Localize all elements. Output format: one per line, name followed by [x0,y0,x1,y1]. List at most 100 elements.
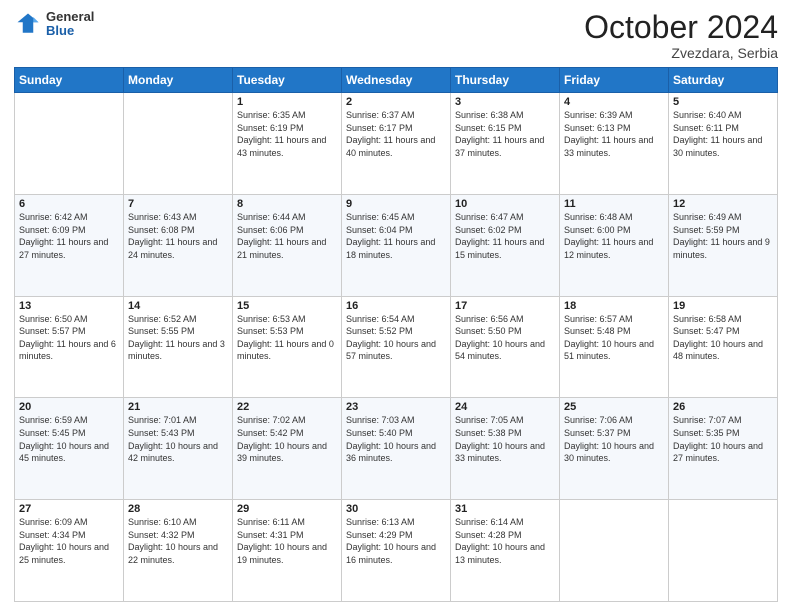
cell-3-2: 22Sunrise: 7:02 AMSunset: 5:42 PMDayligh… [233,398,342,500]
day-num-3-2: 22 [237,401,337,413]
day-num-4-4: 31 [455,503,555,515]
header: General Blue October 2024 Zvezdara, Serb… [14,10,778,61]
day-num-2-3: 16 [346,300,446,312]
cell-0-4: 3Sunrise: 6:38 AMSunset: 6:15 PMDaylight… [451,93,560,195]
cell-text-0-4: Sunrise: 6:38 AMSunset: 6:15 PMDaylight:… [455,109,555,159]
cell-0-2: 1Sunrise: 6:35 AMSunset: 6:19 PMDaylight… [233,93,342,195]
cell-2-3: 16Sunrise: 6:54 AMSunset: 5:52 PMDayligh… [342,296,451,398]
cell-0-6: 5Sunrise: 6:40 AMSunset: 6:11 PMDaylight… [669,93,778,195]
cell-text-2-1: Sunrise: 6:52 AMSunset: 5:55 PMDaylight:… [128,313,228,363]
day-num-1-2: 8 [237,198,337,210]
week-row-0: 1Sunrise: 6:35 AMSunset: 6:19 PMDaylight… [15,93,778,195]
header-tuesday: Tuesday [233,68,342,93]
day-num-4-1: 28 [128,503,228,515]
cell-text-4-2: Sunrise: 6:11 AMSunset: 4:31 PMDaylight:… [237,516,337,566]
cell-2-4: 17Sunrise: 6:56 AMSunset: 5:50 PMDayligh… [451,296,560,398]
day-num-4-0: 27 [19,503,119,515]
cell-text-1-3: Sunrise: 6:45 AMSunset: 6:04 PMDaylight:… [346,211,446,261]
day-num-2-0: 13 [19,300,119,312]
cell-text-4-4: Sunrise: 6:14 AMSunset: 4:28 PMDaylight:… [455,516,555,566]
day-num-0-3: 2 [346,96,446,108]
cell-4-2: 29Sunrise: 6:11 AMSunset: 4:31 PMDayligh… [233,500,342,602]
cell-4-0: 27Sunrise: 6:09 AMSunset: 4:34 PMDayligh… [15,500,124,602]
cell-3-5: 25Sunrise: 7:06 AMSunset: 5:37 PMDayligh… [560,398,669,500]
cell-text-0-5: Sunrise: 6:39 AMSunset: 6:13 PMDaylight:… [564,109,664,159]
cell-text-2-6: Sunrise: 6:58 AMSunset: 5:47 PMDaylight:… [673,313,773,363]
cell-text-3-5: Sunrise: 7:06 AMSunset: 5:37 PMDaylight:… [564,414,664,464]
week-row-4: 27Sunrise: 6:09 AMSunset: 4:34 PMDayligh… [15,500,778,602]
header-monday: Monday [124,68,233,93]
cell-text-4-3: Sunrise: 6:13 AMSunset: 4:29 PMDaylight:… [346,516,446,566]
day-num-2-2: 15 [237,300,337,312]
cell-text-4-1: Sunrise: 6:10 AMSunset: 4:32 PMDaylight:… [128,516,228,566]
day-num-3-3: 23 [346,401,446,413]
cell-text-3-3: Sunrise: 7:03 AMSunset: 5:40 PMDaylight:… [346,414,446,464]
day-num-3-4: 24 [455,401,555,413]
cell-text-1-2: Sunrise: 6:44 AMSunset: 6:06 PMDaylight:… [237,211,337,261]
cell-3-1: 21Sunrise: 7:01 AMSunset: 5:43 PMDayligh… [124,398,233,500]
cell-3-4: 24Sunrise: 7:05 AMSunset: 5:38 PMDayligh… [451,398,560,500]
cell-1-1: 7Sunrise: 6:43 AMSunset: 6:08 PMDaylight… [124,194,233,296]
cell-3-0: 20Sunrise: 6:59 AMSunset: 5:45 PMDayligh… [15,398,124,500]
day-num-1-3: 9 [346,198,446,210]
cell-1-4: 10Sunrise: 6:47 AMSunset: 6:02 PMDayligh… [451,194,560,296]
day-num-3-1: 21 [128,401,228,413]
logo-general: General [46,10,94,24]
cell-2-2: 15Sunrise: 6:53 AMSunset: 5:53 PMDayligh… [233,296,342,398]
logo-text: General Blue [46,10,94,39]
cell-1-5: 11Sunrise: 6:48 AMSunset: 6:00 PMDayligh… [560,194,669,296]
cell-text-1-1: Sunrise: 6:43 AMSunset: 6:08 PMDaylight:… [128,211,228,261]
cell-text-0-3: Sunrise: 6:37 AMSunset: 6:17 PMDaylight:… [346,109,446,159]
cell-2-1: 14Sunrise: 6:52 AMSunset: 5:55 PMDayligh… [124,296,233,398]
weekday-header-row: Sunday Monday Tuesday Wednesday Thursday… [15,68,778,93]
day-num-2-4: 17 [455,300,555,312]
day-num-1-0: 6 [19,198,119,210]
day-num-1-1: 7 [128,198,228,210]
header-saturday: Saturday [669,68,778,93]
day-num-0-2: 1 [237,96,337,108]
day-num-4-3: 30 [346,503,446,515]
cell-0-0 [15,93,124,195]
cell-3-6: 26Sunrise: 7:07 AMSunset: 5:35 PMDayligh… [669,398,778,500]
cell-text-2-0: Sunrise: 6:50 AMSunset: 5:57 PMDaylight:… [19,313,119,363]
cell-text-3-2: Sunrise: 7:02 AMSunset: 5:42 PMDaylight:… [237,414,337,464]
location: Zvezdara, Serbia [584,45,778,61]
cell-4-6 [669,500,778,602]
day-num-1-5: 11 [564,198,664,210]
cell-text-3-4: Sunrise: 7:05 AMSunset: 5:38 PMDaylight:… [455,414,555,464]
cell-0-3: 2Sunrise: 6:37 AMSunset: 6:17 PMDaylight… [342,93,451,195]
cell-text-3-6: Sunrise: 7:07 AMSunset: 5:35 PMDaylight:… [673,414,773,464]
cell-2-0: 13Sunrise: 6:50 AMSunset: 5:57 PMDayligh… [15,296,124,398]
logo: General Blue [14,10,94,39]
cell-1-0: 6Sunrise: 6:42 AMSunset: 6:09 PMDaylight… [15,194,124,296]
day-num-3-6: 26 [673,401,773,413]
cell-0-5: 4Sunrise: 6:39 AMSunset: 6:13 PMDaylight… [560,93,669,195]
cell-text-1-6: Sunrise: 6:49 AMSunset: 5:59 PMDaylight:… [673,211,773,261]
cell-2-5: 18Sunrise: 6:57 AMSunset: 5:48 PMDayligh… [560,296,669,398]
cell-0-1 [124,93,233,195]
day-num-4-2: 29 [237,503,337,515]
week-row-1: 6Sunrise: 6:42 AMSunset: 6:09 PMDaylight… [15,194,778,296]
day-num-1-6: 12 [673,198,773,210]
day-num-0-4: 3 [455,96,555,108]
month-title: October 2024 [584,10,778,45]
calendar: Sunday Monday Tuesday Wednesday Thursday… [14,67,778,602]
cell-2-6: 19Sunrise: 6:58 AMSunset: 5:47 PMDayligh… [669,296,778,398]
title-block: October 2024 Zvezdara, Serbia [584,10,778,61]
cell-text-3-1: Sunrise: 7:01 AMSunset: 5:43 PMDaylight:… [128,414,228,464]
cell-1-2: 8Sunrise: 6:44 AMSunset: 6:06 PMDaylight… [233,194,342,296]
cell-text-1-4: Sunrise: 6:47 AMSunset: 6:02 PMDaylight:… [455,211,555,261]
header-friday: Friday [560,68,669,93]
logo-icon [14,10,42,38]
header-thursday: Thursday [451,68,560,93]
cell-text-3-0: Sunrise: 6:59 AMSunset: 5:45 PMDaylight:… [19,414,119,464]
week-row-2: 13Sunrise: 6:50 AMSunset: 5:57 PMDayligh… [15,296,778,398]
cell-text-2-2: Sunrise: 6:53 AMSunset: 5:53 PMDaylight:… [237,313,337,363]
cell-4-1: 28Sunrise: 6:10 AMSunset: 4:32 PMDayligh… [124,500,233,602]
cell-text-0-6: Sunrise: 6:40 AMSunset: 6:11 PMDaylight:… [673,109,773,159]
logo-blue: Blue [46,24,94,38]
day-num-0-6: 5 [673,96,773,108]
cell-text-0-2: Sunrise: 6:35 AMSunset: 6:19 PMDaylight:… [237,109,337,159]
cell-3-3: 23Sunrise: 7:03 AMSunset: 5:40 PMDayligh… [342,398,451,500]
page: General Blue October 2024 Zvezdara, Serb… [0,0,792,612]
